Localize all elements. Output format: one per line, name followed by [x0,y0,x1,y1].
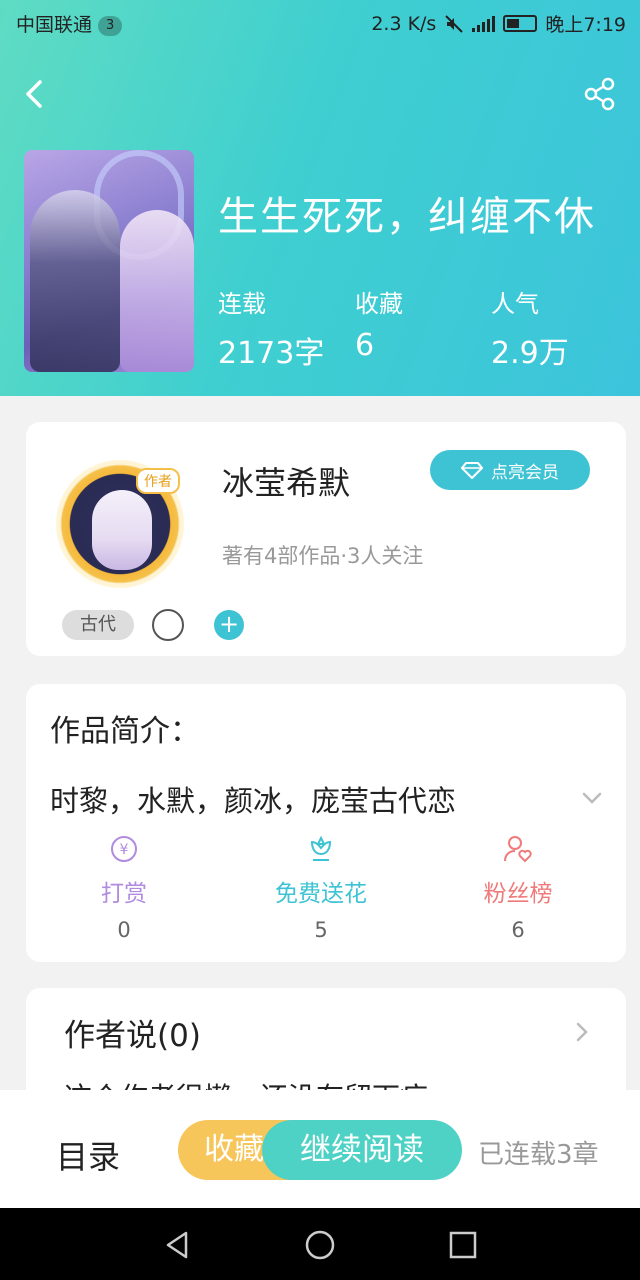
carrier-label: 中国联通 3 [16,10,123,37]
flower-count: 5 [314,918,328,942]
battery-icon [503,15,538,32]
nav-back-icon[interactable] [160,1228,194,1262]
stat-label-serial: 连载 [218,290,266,318]
svg-text:¥: ¥ [120,842,129,858]
signal-icon [472,15,496,32]
continue-reading-button[interactable]: 继续阅读 [262,1120,462,1180]
serial-chapter-info: 已连载3章 [478,1140,599,1170]
fans-icon [504,836,532,863]
author-says-title: 作者说(0) [64,1018,201,1054]
vip-label: 点亮会员 [491,462,559,483]
genre-tag[interactable]: 古代 [62,610,134,640]
chevron-down-icon[interactable] [578,784,606,812]
intro-text: 时黎，水默，颜冰，庞莹古代恋 [50,784,457,818]
add-tag-button[interactable]: + [214,610,244,640]
share-icon[interactable] [582,76,618,112]
stat-label-favorites: 收藏 [355,290,403,318]
avatar-author-tag: 作者 [136,468,180,494]
author-meta: 著有4部作品·3人关注 [222,544,424,568]
tip-label: 打赏 [101,881,147,907]
flower-action[interactable]: 免费送花 5 [246,834,396,942]
back-arrow-icon[interactable] [20,74,50,114]
sim-badge: 3 [98,16,123,36]
author-name[interactable]: 冰莹希默 [222,458,350,504]
stat-label-popularity: 人气 [491,290,539,318]
bottom-action-bar: 目录 收藏 继续阅读 已连载3章 [0,1090,640,1208]
vip-button[interactable]: 点亮会员 [430,450,590,490]
cover-figure-right [120,210,194,372]
chevron-right-icon[interactable] [570,1018,594,1046]
toc-button[interactable]: 目录 [56,1132,120,1178]
flower-icon [310,835,332,861]
status-bar: 中国联通 3 2.3 K/s 晚上7:19 [0,0,640,44]
intro-title: 作品简介： [50,714,200,749]
intro-card: 作品简介： 时黎，水默，颜冰，庞莹古代恋 ¥ 打赏 0 免费送花 5 粉丝榜 6 [26,684,626,962]
stat-value-serial: 2173字 [218,336,325,371]
cover-figure-left [30,190,120,372]
flower-label: 免费送花 [275,881,367,907]
nav-home-icon[interactable] [303,1228,337,1262]
fans-count: 6 [511,918,525,942]
book-title: 生生死死，纠缠不休 [218,194,596,240]
mute-icon [445,14,464,33]
network-speed: 2.3 K/s [371,12,437,35]
book-cover[interactable] [24,150,194,372]
system-nav-bar [0,1208,640,1280]
fans-action[interactable]: 粉丝榜 6 [443,834,593,942]
diamond-icon [461,462,483,479]
nav-recents-icon[interactable] [446,1228,480,1262]
tip-count: 0 [117,918,131,942]
circle-tag-icon[interactable] [152,609,184,641]
stat-value-favorites: 6 [355,328,375,363]
author-avatar[interactable]: 作者 [56,460,184,588]
avatar-portrait [92,490,152,570]
stat-value-popularity: 2.9万 [491,336,569,371]
author-card: 作者 冰莹希默 点亮会员 著有4部作品·3人关注 古代 + [26,422,626,656]
tip-action[interactable]: ¥ 打赏 0 [49,834,199,942]
fans-label: 粉丝榜 [483,881,553,907]
clock: 晚上7:19 [545,14,626,36]
yen-icon: ¥ [111,836,137,862]
